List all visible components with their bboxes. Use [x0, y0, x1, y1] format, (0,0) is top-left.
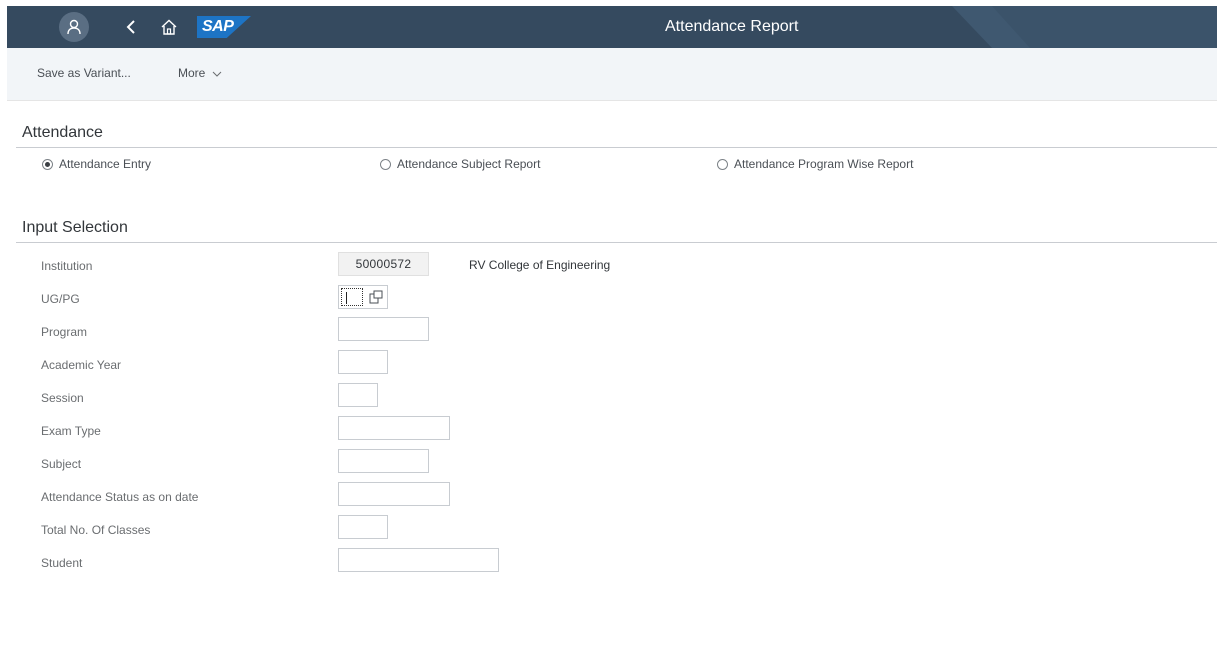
- radio-label: Attendance Program Wise Report: [734, 157, 914, 171]
- exam-type-label: Exam Type: [41, 424, 101, 438]
- sap-logo[interactable]: SAP: [197, 16, 251, 38]
- total-classes-label: Total No. Of Classes: [41, 523, 151, 537]
- input-selection-title: Input Selection: [22, 219, 128, 236]
- home-icon[interactable]: [157, 15, 181, 39]
- institution-description: RV College of Engineering: [469, 258, 611, 272]
- attendance-status-label: Attendance Status as on date: [41, 490, 199, 504]
- input-selection-divider: [16, 242, 1217, 243]
- shell-bar-decoration-2: [992, 6, 1217, 48]
- radio-attendance-subject-report[interactable]: Attendance Subject Report: [380, 157, 540, 171]
- sap-logo-text: SAP: [202, 18, 234, 35]
- more-label: More: [178, 66, 206, 80]
- session-field[interactable]: [338, 383, 378, 407]
- subject-label: Subject: [41, 457, 82, 471]
- ugpg-label: UG/PG: [41, 292, 80, 306]
- attendance-section-title: Attendance: [22, 124, 103, 141]
- program-label: Program: [41, 325, 88, 339]
- chevron-down-icon: [212, 71, 222, 77]
- program-field[interactable]: [338, 317, 429, 341]
- back-arrow-icon[interactable]: [119, 15, 143, 39]
- page-title: Attendance Report: [665, 18, 799, 35]
- total-classes-field[interactable]: [338, 515, 388, 539]
- radio-unchecked-icon: [717, 158, 728, 170]
- text-caret: [346, 292, 347, 304]
- session-label: Session: [41, 391, 84, 405]
- radio-attendance-program-wise-report[interactable]: Attendance Program Wise Report: [717, 157, 913, 171]
- academic-year-label: Academic Year: [41, 358, 122, 372]
- student-field[interactable]: [338, 548, 499, 572]
- save-as-variant-button[interactable]: Save as Variant...: [37, 66, 131, 80]
- institution-label: Institution: [41, 259, 93, 273]
- institution-field: 50000572: [338, 252, 429, 276]
- ugpg-focus-outline: [341, 288, 363, 306]
- value-help-icon[interactable]: [369, 290, 383, 304]
- radio-attendance-entry[interactable]: Attendance Entry: [42, 157, 151, 171]
- radio-label: Attendance Subject Report: [397, 157, 541, 171]
- radio-checked-icon: [42, 158, 53, 170]
- subject-field[interactable]: [338, 449, 429, 473]
- attendance-divider: [16, 147, 1217, 148]
- academic-year-field[interactable]: [338, 350, 388, 374]
- more-button[interactable]: More: [178, 66, 222, 80]
- toolbar: Save as Variant... More: [7, 48, 1217, 101]
- exam-type-field[interactable]: [338, 416, 450, 440]
- attendance-status-field[interactable]: [338, 482, 450, 506]
- radio-label: Attendance Entry: [59, 157, 152, 171]
- radio-unchecked-icon: [380, 158, 391, 170]
- user-icon[interactable]: [59, 12, 89, 42]
- ugpg-field[interactable]: [338, 285, 388, 309]
- student-label: Student: [41, 556, 83, 570]
- shell-bar: SAP Attendance Report: [7, 6, 1217, 48]
